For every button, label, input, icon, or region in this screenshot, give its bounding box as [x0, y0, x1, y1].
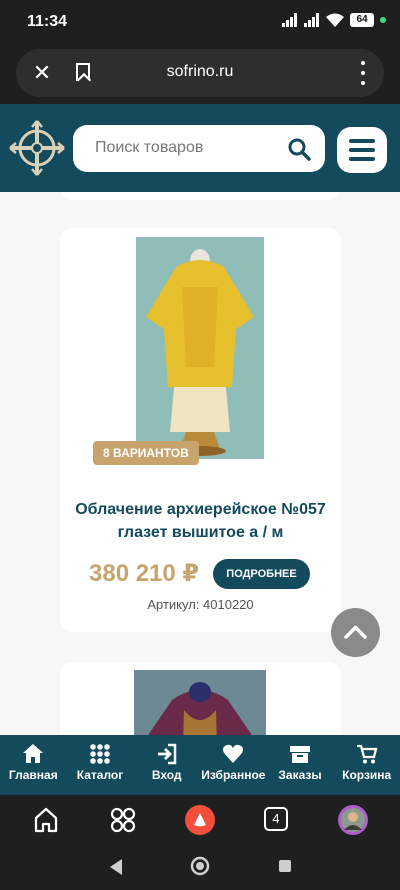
product-card-next[interactable]: [60, 662, 341, 735]
heart-icon: [223, 744, 244, 763]
more-menu-icon[interactable]: [360, 61, 366, 85]
browser-bottom-bar: 4: [0, 795, 400, 845]
product-title[interactable]: Облачение архиерейское №057 глазет вышит…: [60, 498, 341, 544]
home-button-icon[interactable]: [190, 856, 210, 876]
alice-assistant-icon[interactable]: [184, 804, 216, 836]
privacy-dot-icon: [380, 17, 386, 23]
product-title-line-1[interactable]: Облачение архиерейское №057: [60, 498, 341, 521]
nav-label-home: Главная: [8, 768, 58, 782]
product-card-previous[interactable]: [60, 192, 341, 200]
url-text[interactable]: sofrino.ru: [16, 63, 384, 81]
signal-icon: [282, 13, 298, 27]
nav-item-login[interactable]: Вход: [133, 735, 200, 795]
product-list: 8 ВАРИАНТОВ Облачение архиерейское №057 …: [0, 192, 400, 735]
product-sku: Артикул: 4010220: [147, 597, 254, 612]
chevron-up-icon: [344, 625, 367, 639]
hamburger-menu-button[interactable]: [337, 127, 387, 173]
system-navigation: [0, 845, 400, 890]
search-placeholder: Поиск товаров: [95, 139, 204, 156]
apps-grid-icon[interactable]: [107, 804, 139, 836]
product-image[interactable]: [136, 237, 264, 459]
status-bar: 11:34 64: [0, 0, 400, 46]
variants-badge: 8 ВАРИАНТОВ: [93, 441, 199, 465]
battery-icon: 64: [350, 13, 374, 27]
home-icon: [23, 744, 44, 763]
status-icons: 64: [282, 13, 386, 27]
nav-label-favorites: Избранное: [201, 768, 266, 782]
details-button[interactable]: ПОДРОБНЕЕ: [213, 559, 310, 589]
search-icon[interactable]: [287, 137, 311, 161]
cart-icon: [356, 744, 378, 764]
vestment-illustration: [136, 237, 264, 459]
nav-item-cart[interactable]: Корзина: [333, 735, 400, 795]
box-icon: [290, 746, 311, 763]
product-image-next[interactable]: [134, 670, 266, 735]
product-price: 380 210 ₽: [89, 560, 200, 587]
search-input[interactable]: Поиск товаров: [73, 125, 325, 172]
nav-item-favorites[interactable]: Избранное: [200, 735, 267, 795]
product-card[interactable]: 8 ВАРИАНТОВ Облачение архиерейское №057 …: [60, 228, 341, 632]
avatar[interactable]: [337, 804, 369, 836]
nav-label-login: Вход: [151, 768, 182, 782]
tabs-count-button[interactable]: 4: [264, 807, 288, 831]
grid-icon: [90, 744, 110, 764]
home-icon[interactable]: [30, 804, 62, 836]
login-icon: [157, 743, 176, 765]
vestment-illustration-next: [134, 670, 266, 735]
status-time: 11:34: [27, 13, 68, 30]
site-logo[interactable]: [6, 117, 68, 179]
url-bar[interactable]: ✕ sofrino.ru: [16, 49, 384, 97]
nav-item-orders[interactable]: Заказы: [267, 735, 334, 795]
nav-label-cart: Корзина: [342, 768, 392, 782]
back-icon[interactable]: [108, 858, 124, 876]
recents-icon[interactable]: [278, 859, 292, 873]
nav-label-catalog: Каталог: [76, 768, 124, 782]
signal-icon-2: [304, 13, 320, 27]
bottom-navigation: Главная Каталог Вход Избранное Заказы Ко…: [0, 735, 400, 795]
browser-toolbar: ✕ sofrino.ru: [0, 46, 400, 104]
nav-label-orders: Заказы: [278, 768, 322, 782]
nav-item-home[interactable]: Главная: [0, 735, 67, 795]
site-header: Поиск товаров: [0, 104, 400, 192]
wifi-icon: [326, 13, 344, 27]
product-title-line-2[interactable]: глазет вышитое а / м: [60, 521, 341, 544]
nav-item-catalog[interactable]: Каталог: [67, 735, 134, 795]
scroll-to-top-button[interactable]: [331, 608, 380, 657]
